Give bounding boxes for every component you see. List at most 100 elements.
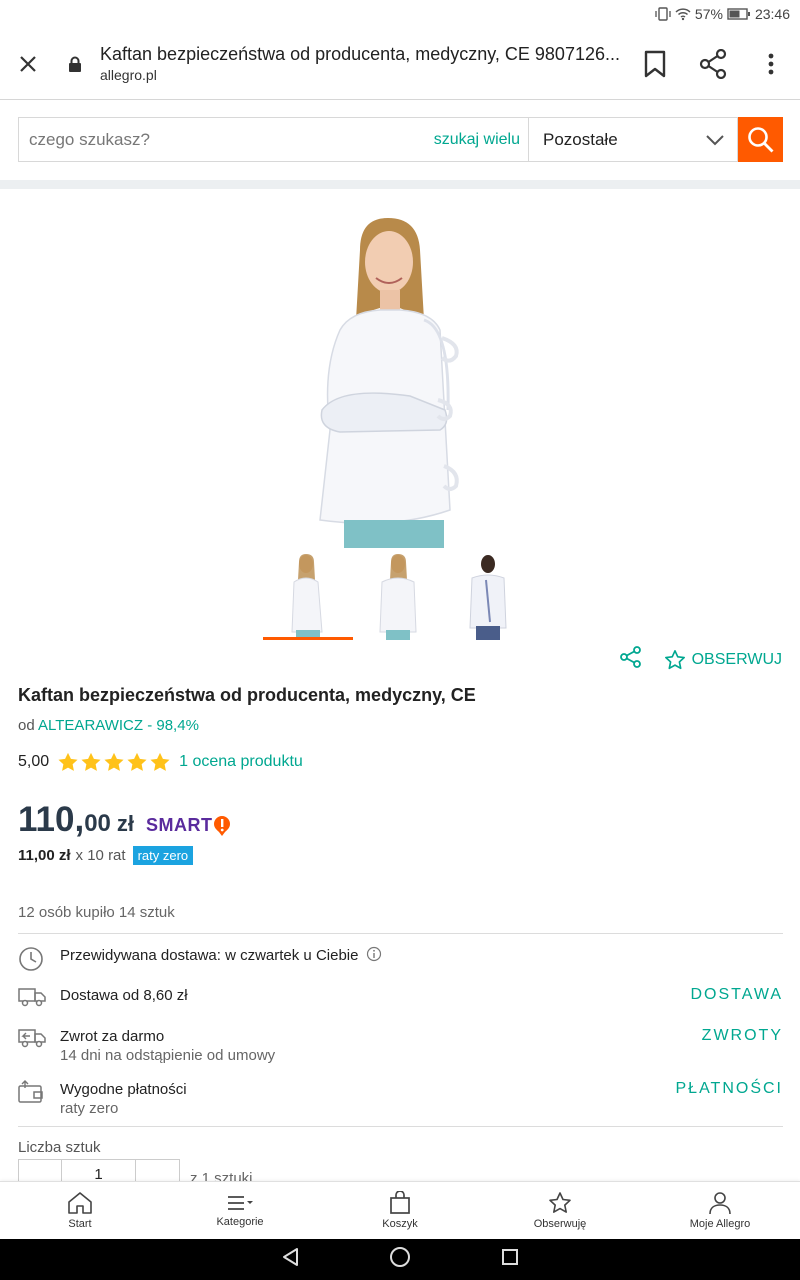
truck-icon	[18, 986, 60, 1008]
home-button[interactable]	[389, 1246, 411, 1273]
installment-count: x 10 rat	[75, 847, 126, 864]
share-icon	[699, 48, 727, 79]
back-triangle-icon	[283, 1248, 298, 1266]
delivery-cost-row: Dostawa od 8,60 zł DOSTAWA	[18, 986, 783, 1008]
search-button[interactable]	[738, 117, 783, 162]
smart-label: SMART	[146, 815, 213, 835]
wifi-icon	[675, 7, 691, 21]
quantity-decrease-button[interactable]	[19, 1160, 63, 1181]
divider	[18, 933, 783, 934]
raty-zero-badge[interactable]: raty zero	[132, 846, 194, 865]
nav-my-allegro[interactable]: Moje Allegro	[640, 1182, 800, 1239]
product-title: Kaftan bezpieczeństwa od producenta, med…	[18, 685, 476, 705]
rating-stars	[57, 752, 171, 772]
divider	[18, 1126, 783, 1127]
close-tab-button[interactable]	[0, 28, 56, 100]
lock-icon	[60, 56, 90, 72]
nav-watched[interactable]: Obserwuję	[480, 1182, 640, 1239]
quantity-increase-button[interactable]	[136, 1160, 179, 1181]
product-share-button[interactable]	[619, 646, 642, 673]
payments-link[interactable]: PŁATNOŚCI	[676, 1080, 784, 1098]
payment-row: Wygodne płatności raty zero PŁATNOŚCI	[18, 1080, 783, 1118]
section-divider	[0, 180, 800, 189]
categories-menu-icon	[228, 1196, 253, 1210]
payment-subtext: raty zero	[60, 1100, 119, 1117]
recents-square-icon	[502, 1249, 518, 1265]
page-title: Kaftan bezpieczeństwa od producenta, med…	[100, 44, 620, 64]
nav-start[interactable]: Start	[0, 1182, 160, 1239]
nav-cart[interactable]: Koszyk	[320, 1182, 480, 1239]
seller-info: od ALTEARAWICZ - 98,4%	[18, 717, 199, 734]
return-text: Zwrot za darmo	[60, 1028, 165, 1045]
observe-button[interactable]: OBSERWUJ	[664, 649, 782, 671]
return-subtext: 14 dni na odstąpienie od umowy	[60, 1047, 276, 1064]
info-icon[interactable]	[363, 946, 382, 964]
quantity-stepper: 1	[18, 1159, 180, 1181]
share-button[interactable]	[684, 28, 742, 100]
purchase-count: 12 osób kupiło 14 sztuk	[18, 904, 175, 921]
status-bar: 57% 23:46	[0, 0, 800, 28]
nav-watched-label: Obserwuję	[533, 1218, 587, 1230]
star-outline-icon	[549, 1192, 571, 1213]
delivery-estimate-row: Przewidywana dostawa: w czwartek u Ciebi…	[18, 946, 783, 972]
share-icon	[619, 646, 641, 668]
rating-count-link[interactable]: 1 ocena produktu	[179, 753, 303, 771]
more-vertical-icon	[768, 53, 774, 74]
search-input[interactable]	[29, 129, 409, 150]
search-field: szukaj wielu	[18, 117, 528, 162]
price-currency: zł	[116, 811, 135, 836]
delivery-cost-text: Dostawa od 8,60 zł	[60, 987, 188, 1004]
delivery-estimate-text: Przewidywana dostawa: w czwartek u Ciebi…	[60, 947, 359, 964]
image-thumbnails	[263, 548, 533, 640]
price-decimal: 00	[84, 810, 111, 837]
clock-icon	[18, 946, 60, 972]
price-integer: 110,	[18, 800, 85, 839]
bottom-navigation: Start Kategorie Koszyk Obserwuję Moje Al…	[0, 1181, 800, 1239]
search-bar: szukaj wielu Pozostałe	[18, 117, 783, 162]
category-selected: Pozostałe	[543, 129, 618, 149]
back-button[interactable]	[281, 1247, 299, 1272]
product-actions: OBSERWUJ	[619, 646, 782, 673]
battery-percent: 57%	[694, 6, 723, 22]
star-icon	[58, 752, 78, 771]
thumbnail-2[interactable]	[353, 548, 443, 640]
star-icon	[150, 752, 170, 771]
vibrate-icon	[655, 7, 671, 21]
product-main-image[interactable]	[300, 210, 500, 548]
rating-value: 5,00	[18, 753, 50, 770]
home-icon	[68, 1192, 92, 1214]
browser-toolbar: Kaftan bezpieczeństwa od producenta, med…	[0, 28, 800, 100]
home-circle-icon	[390, 1247, 410, 1267]
quantity-label: Liczba sztuk	[18, 1139, 101, 1156]
seller-link[interactable]: ALTEARAWICZ - 98,4%	[38, 717, 199, 734]
thumbnail-3[interactable]	[443, 548, 533, 640]
delivery-link[interactable]: DOSTAWA	[690, 986, 783, 1004]
returns-link[interactable]: ZWROTY	[702, 1027, 783, 1045]
url-box[interactable]: Kaftan bezpieczeństwa od producenta, med…	[90, 44, 626, 83]
nav-cart-label: Koszyk	[382, 1218, 418, 1230]
smart-exclamation-icon	[213, 815, 230, 836]
nav-categories[interactable]: Kategorie	[160, 1182, 320, 1239]
user-icon	[709, 1192, 731, 1215]
quantity-input[interactable]: 1	[62, 1160, 136, 1181]
star-icon	[127, 752, 147, 771]
nav-start-label: Start	[68, 1218, 92, 1230]
star-icon	[81, 752, 101, 771]
return-icon	[18, 1027, 60, 1049]
close-icon	[20, 55, 36, 72]
recents-button[interactable]	[501, 1248, 519, 1271]
nav-categories-label: Kategorie	[216, 1216, 264, 1228]
thumbnail-1[interactable]	[263, 548, 353, 640]
bookmark-button[interactable]	[626, 28, 684, 100]
multi-search-link[interactable]: szukaj wielu	[434, 131, 520, 149]
product-price: 110, 00 zł SMART	[18, 800, 231, 840]
return-row: Zwrot za darmo 14 dni na odstąpienie od …	[18, 1027, 783, 1065]
smart-badge[interactable]: SMART	[146, 815, 231, 837]
search-icon	[747, 126, 773, 152]
chevron-down-icon	[706, 134, 724, 145]
bookmark-icon	[644, 50, 666, 77]
category-select[interactable]: Pozostałe	[528, 117, 738, 162]
product-rating: 5,00 1 ocena produktu	[18, 752, 303, 772]
star-outline-icon	[664, 649, 685, 669]
more-menu-button[interactable]	[742, 28, 800, 100]
